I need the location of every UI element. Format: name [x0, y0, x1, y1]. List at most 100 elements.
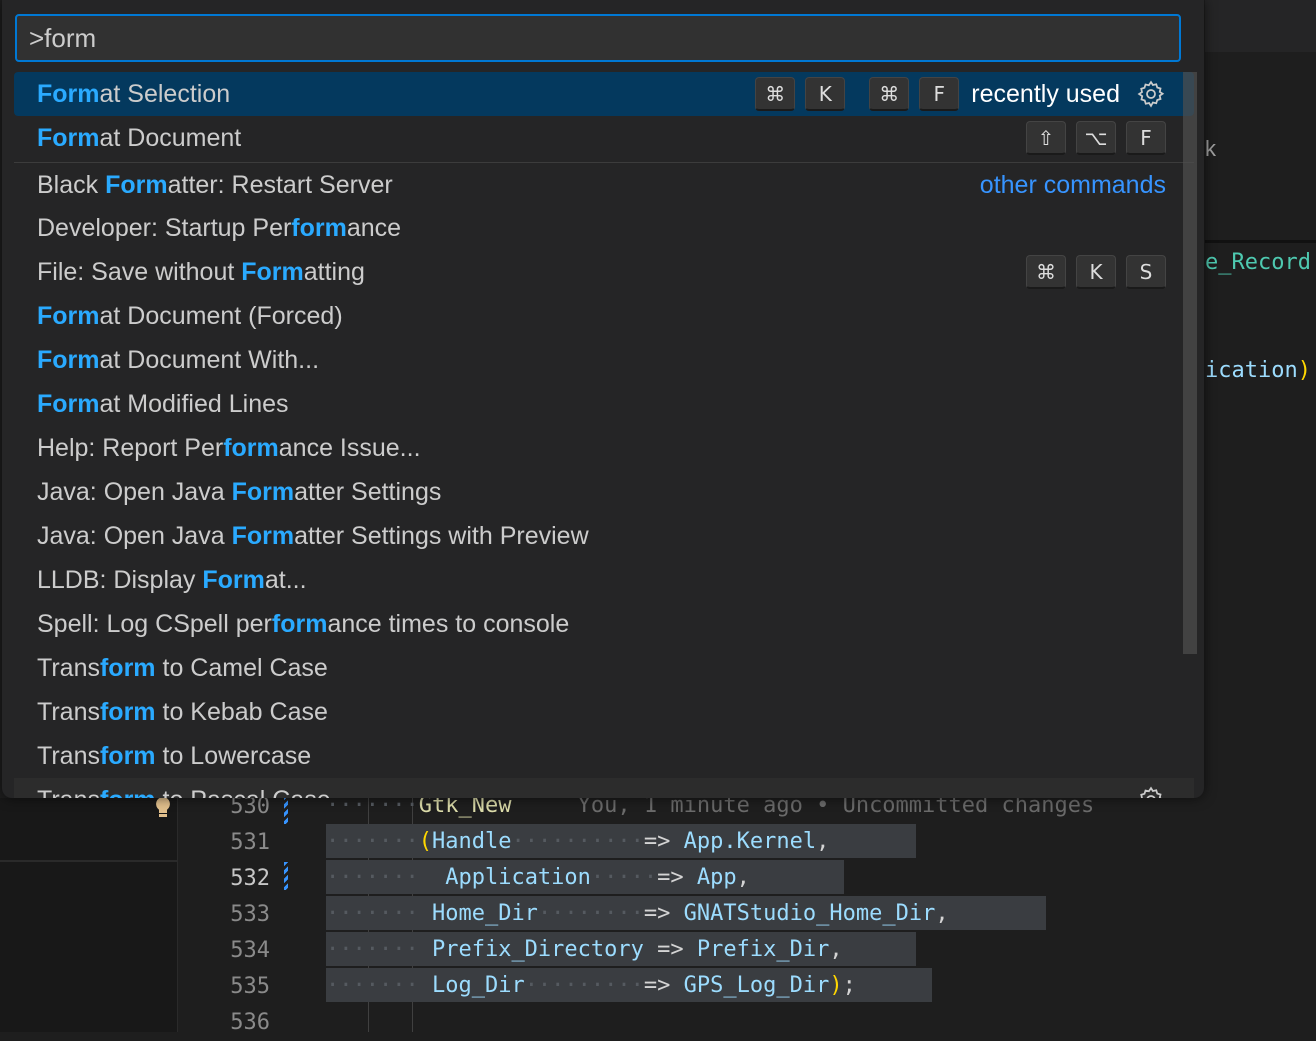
label-text: Java: Open Java — [37, 522, 232, 550]
match-highlight: form — [100, 786, 156, 798]
command-palette-input[interactable] — [17, 16, 1179, 60]
code-line-533[interactable]: ······· Home_Dir········=> GNATStudio_Ho… — [326, 896, 949, 932]
keybinding-key: K — [805, 77, 846, 111]
lightbulb-icon[interactable] — [154, 796, 172, 824]
keybinding-key: ⌥ — [1076, 121, 1116, 155]
editor-code-area[interactable]: ·······Gtk_New You, 1 minute ago • Uncom… — [326, 793, 1316, 1032]
label-text: Trans — [37, 786, 100, 798]
code-param: Handle — [431, 829, 512, 854]
keybinding-key: F — [919, 77, 960, 111]
git-modified-marker[interactable] — [284, 796, 288, 824]
code-param: Log_Dir — [431, 973, 525, 998]
label-text: Java: Open Java — [37, 478, 232, 506]
command-item-label: Format Document With... — [37, 338, 319, 382]
command-item[interactable]: Black Formatter: Restart Server other com… — [14, 162, 1194, 207]
command-list: Format Selection ⌘ K ⌘ Frecently used Format … — [2, 72, 1204, 798]
label-text: File: Save without — [37, 258, 242, 286]
command-item-label: Spell: Log CSpell performance times to c… — [37, 602, 569, 646]
code-value: GNATStudio_Home_Dir — [683, 901, 936, 926]
group-label-other-commands: other commands — [979, 171, 1166, 199]
line-number: 534 — [230, 938, 270, 963]
command-item-label: Format Document (Forced) — [37, 294, 343, 338]
label-text: to Lowercase — [155, 742, 312, 770]
side-bar — [0, 798, 178, 1032]
command-item-meta: ⌘ K ⌘ Frecently used — [755, 72, 1166, 116]
code-arrow: => — [643, 829, 671, 854]
keybinding-key: ⌘ — [1026, 255, 1066, 289]
label-text: Developer: Startup Per — [37, 214, 292, 242]
label-text: Trans — [37, 698, 100, 726]
keybinding-chord: ⌘ K — [755, 77, 846, 111]
match-highlight: form — [271, 610, 328, 638]
command-list-scrollbar[interactable] — [1183, 72, 1197, 654]
command-item[interactable]: Format Selection ⌘ K ⌘ Frecently used — [14, 72, 1194, 116]
code-value: App.Kernel — [683, 829, 817, 854]
command-item-label: Developer: Startup Performance — [37, 206, 401, 250]
command-item-label: Transform to Kebab Case — [37, 690, 328, 734]
command-item-meta: other commands — [980, 163, 1166, 207]
command-item[interactable]: Transform to Camel Case — [14, 646, 1194, 690]
command-item-label: Transform to Camel Case — [37, 646, 328, 690]
git-modified-marker[interactable] — [284, 862, 288, 890]
label-text: at Document (Forced) — [99, 302, 343, 330]
command-item[interactable]: Help: Report Performance Issue... — [14, 426, 1194, 470]
command-item-label: LLDB: Display Format... — [37, 558, 307, 602]
command-item[interactable]: Format Modified Lines — [14, 382, 1194, 426]
command-item-label: Black Formatter: Restart Server — [37, 163, 393, 207]
code-param: Prefix_Directory — [431, 937, 644, 962]
background-panel — [1205, 52, 1316, 240]
label-text: at Selection — [99, 80, 231, 108]
code-punct: , — [816, 829, 830, 854]
label-text: atter Settings with Preview — [294, 522, 589, 550]
command-item[interactable]: Transform to Lowercase — [14, 734, 1194, 778]
label-text: to Kebab Case — [155, 698, 328, 726]
code-value: GPS_Log_Dir — [683, 973, 830, 998]
background-code-fragment-2: ication) — [1205, 358, 1311, 383]
code-line-534[interactable]: ······· Prefix_Directory => Prefix_Dir, — [326, 932, 843, 968]
code-value: Prefix_Dir — [696, 937, 830, 962]
command-item[interactable]: LLDB: Display Format... — [14, 558, 1194, 602]
match-highlight: Form — [37, 124, 100, 152]
command-item-label: Format Document — [37, 116, 241, 160]
command-item[interactable]: Developer: Startup Performance — [14, 206, 1194, 250]
code-line-531[interactable]: ·······(Handle··········=> App.Kernel, — [326, 824, 829, 860]
keybinding-key: F — [1126, 121, 1166, 155]
command-item-label: Transform to Lowercase — [37, 734, 311, 778]
match-highlight: form — [99, 742, 156, 770]
line-number: 535 — [230, 974, 270, 999]
gear-icon[interactable] — [1136, 785, 1166, 798]
background-code-ident: ication — [1205, 358, 1298, 383]
command-item-label: Java: Open Java Formatter Settings — [37, 470, 441, 514]
line-number: 531 — [230, 830, 270, 855]
code-arrow: => — [643, 973, 671, 998]
label-text: ance times to console — [327, 610, 570, 638]
command-item-label: File: Save without Formatting — [37, 250, 365, 294]
label-text: to Camel Case — [155, 654, 328, 682]
recently-used-label: recently used — [971, 80, 1120, 108]
label-text: Spell: Log CSpell per — [37, 610, 272, 638]
label-text: atting — [303, 258, 365, 286]
keybinding-chord: ⇧ ⌥ F — [1026, 121, 1166, 155]
command-item-label: Format Modified Lines — [37, 382, 289, 426]
match-highlight: Form — [37, 80, 100, 108]
command-item[interactable]: Transform to Kebab Case — [14, 690, 1194, 734]
command-item[interactable]: Transform to Pascal Case — [14, 778, 1194, 798]
line-number: 536 — [230, 1010, 270, 1035]
command-item[interactable]: Format Document ⇧ ⌥ F — [14, 116, 1194, 160]
command-item-label: Help: Report Performance Issue... — [37, 426, 421, 470]
command-item[interactable]: File: Save without Formatting ⌘ K S — [14, 250, 1194, 294]
command-item[interactable]: Format Document With... — [14, 338, 1194, 382]
command-item[interactable]: Java: Open Java Formatter Settings with … — [14, 514, 1194, 558]
gear-icon[interactable] — [1136, 79, 1166, 109]
match-highlight: Form — [37, 302, 100, 330]
label-text: at Document — [99, 124, 242, 152]
command-item[interactable]: Format Document (Forced) — [14, 294, 1194, 338]
command-item[interactable]: Spell: Log CSpell performance times to c… — [14, 602, 1194, 646]
label-text: ance — [346, 214, 402, 242]
label-text: at Document With... — [99, 346, 320, 374]
code-line-532[interactable]: ······· Application·····=> App, — [326, 860, 750, 896]
editor-tabs-strip — [1205, 0, 1316, 53]
code-line-535[interactable]: ······· Log_Dir·········=> GPS_Log_Dir); — [326, 968, 856, 1004]
command-item[interactable]: Java: Open Java Formatter Settings — [14, 470, 1194, 514]
background-code-fragment-1: e_Record — [1205, 250, 1311, 275]
